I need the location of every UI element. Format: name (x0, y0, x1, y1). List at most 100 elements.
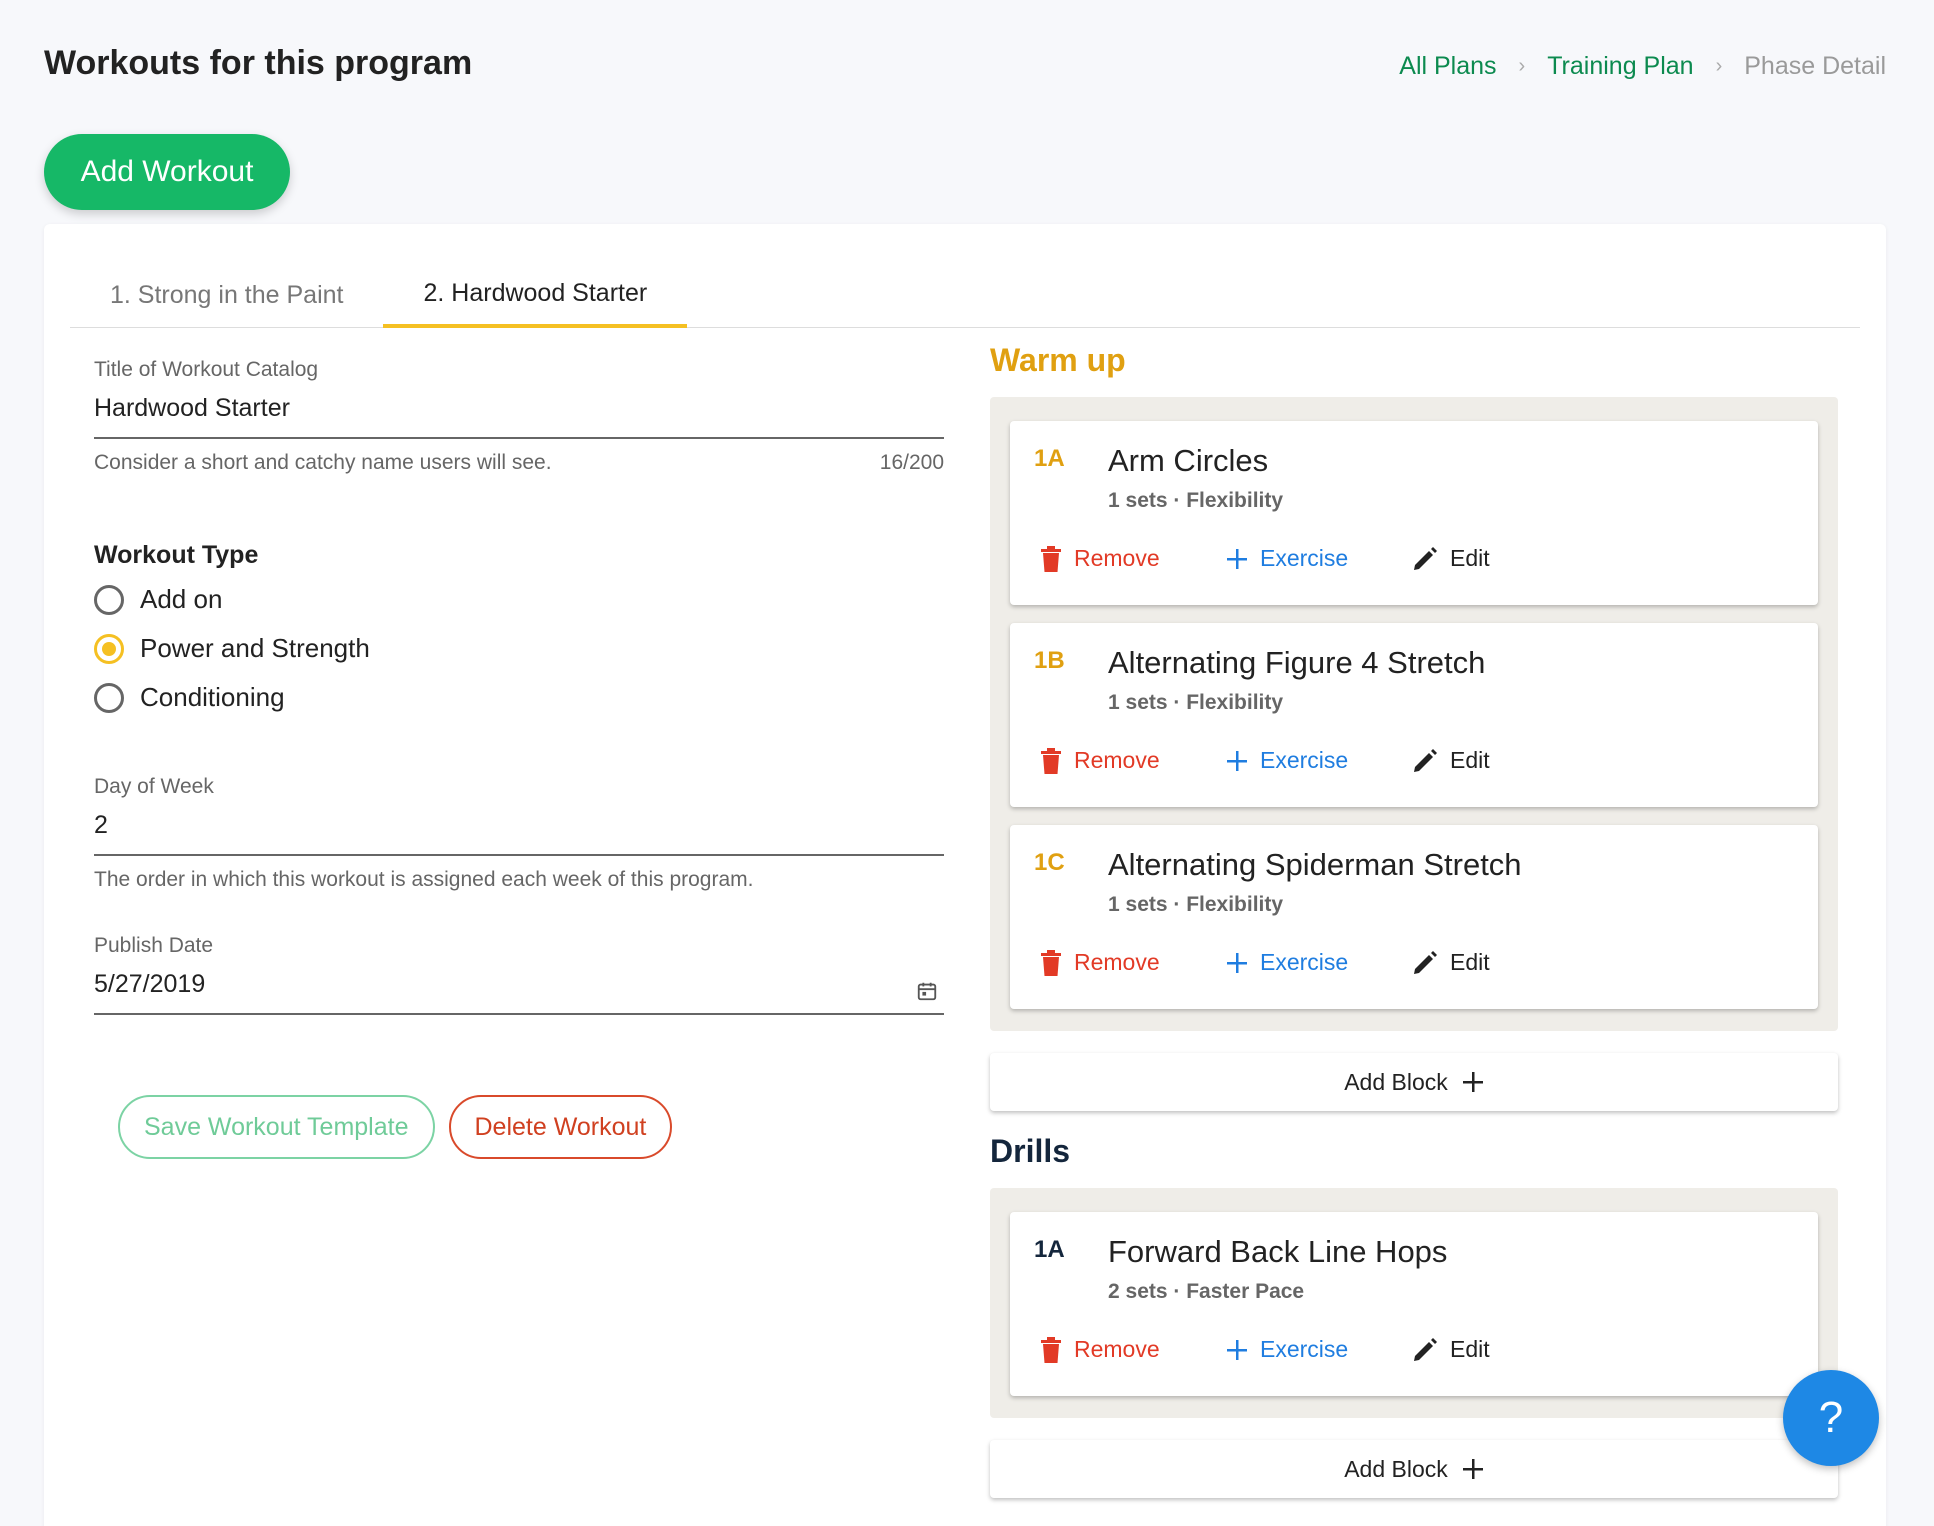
workout-card: 1. Strong in the Paint 2. Hardwood Start… (44, 224, 1886, 1526)
radio-checked-icon (94, 633, 124, 664)
pencil-icon (1414, 748, 1437, 772)
pencil-icon (1414, 950, 1437, 974)
breadcrumb-phase-detail: Phase Detail (1744, 52, 1886, 80)
exercise-label: Exercise (1260, 1336, 1349, 1362)
exercise-label: Exercise (1260, 747, 1349, 773)
plus-icon (1462, 1459, 1483, 1479)
remove-button[interactable]: Remove (1040, 1336, 1226, 1363)
block-drills: 1A Forward Back Line Hops 2 sets · Faste… (990, 1188, 1838, 1418)
exercise-card: 1B Alternating Figure 4 Stretch 1 sets ·… (1010, 623, 1818, 807)
calendar-icon[interactable] (916, 980, 938, 1002)
workout-form: Title of Workout Catalog Hardwood Starte… (94, 344, 944, 1159)
pencil-icon (1414, 1337, 1437, 1361)
day-field-label: Day of Week (94, 775, 214, 798)
radio-power-and-strength[interactable]: Power and Strength (94, 633, 944, 664)
exercise-name: Arm Circles (1108, 443, 1269, 478)
radio-conditioning[interactable]: Conditioning (94, 682, 944, 713)
day-help-text: The order in which this workout is assig… (94, 868, 754, 891)
exercise-name: Forward Back Line Hops (1108, 1234, 1448, 1269)
exercise-name: Alternating Figure 4 Stretch (1108, 645, 1486, 680)
exercise-code: 1A (1034, 445, 1065, 472)
trash-icon (1041, 747, 1061, 774)
delete-workout-button[interactable]: Delete Workout (448, 1095, 673, 1159)
exercise-card: 1A Forward Back Line Hops 2 sets · Faste… (1010, 1212, 1818, 1396)
exercise-label: Exercise (1260, 949, 1349, 975)
add-exercise-button[interactable]: Exercise (1226, 949, 1412, 976)
breadcrumb-training-plan[interactable]: Training Plan (1547, 52, 1693, 81)
edit-button[interactable]: Edit (1412, 949, 1490, 976)
page-title: Workouts for this program (44, 44, 473, 82)
trash-icon (1041, 1336, 1061, 1363)
plus-icon (1227, 548, 1247, 569)
radio-label: Power and Strength (140, 633, 370, 663)
remove-button[interactable]: Remove (1040, 949, 1226, 976)
day-of-week-input[interactable]: 2 (94, 811, 944, 856)
trash-icon (1041, 545, 1061, 572)
remove-label: Remove (1074, 545, 1160, 571)
title-field-label: Title of Workout Catalog (94, 358, 319, 381)
save-workout-template-button[interactable]: Save Workout Template (118, 1095, 435, 1159)
publish-date-label: Publish Date (94, 934, 214, 957)
add-block-button[interactable]: Add Block (990, 1440, 1838, 1498)
add-block-label: Add Block (1344, 1068, 1448, 1095)
publish-date-field: Publish Date 5/27/2019 (94, 934, 944, 1015)
edit-label: Edit (1450, 545, 1490, 571)
block-title-drills: Drills (990, 1133, 1071, 1169)
title-help-text: Consider a short and catchy name users w… (94, 451, 552, 474)
publish-date-value: 5/27/2019 (94, 970, 206, 998)
edit-button[interactable]: Edit (1412, 1336, 1490, 1363)
trash-icon (1041, 949, 1061, 976)
exercise-meta: 2 sets · Faster Pace (1108, 1280, 1305, 1303)
pencil-icon (1414, 546, 1437, 570)
form-buttons: Save Workout Template Delete Workout (118, 1095, 944, 1159)
exercise-label: Exercise (1260, 545, 1349, 571)
add-exercise-button[interactable]: Exercise (1226, 747, 1412, 774)
tab-strong-in-the-paint[interactable]: 1. Strong in the Paint (70, 262, 383, 328)
exercise-meta: 1 sets · Flexibility (1108, 691, 1284, 714)
radio-unchecked-icon (94, 584, 124, 615)
edit-button[interactable]: Edit (1412, 545, 1490, 572)
plus-icon (1227, 750, 1247, 771)
plus-icon (1227, 1339, 1247, 1360)
exercise-code: 1B (1034, 647, 1065, 674)
tab-hardwood-starter[interactable]: 2. Hardwood Starter (383, 262, 688, 328)
remove-button[interactable]: Remove (1040, 747, 1226, 774)
workout-type-group: Workout Type Add on Power and Strength C… (94, 541, 944, 713)
exercise-card: 1A Arm Circles 1 sets · Flexibility Remo… (1010, 421, 1818, 605)
title-input[interactable]: Hardwood Starter (94, 394, 944, 439)
edit-label: Edit (1450, 949, 1490, 975)
workout-tabs: 1. Strong in the Paint 2. Hardwood Start… (70, 262, 1860, 328)
edit-button[interactable]: Edit (1412, 747, 1490, 774)
add-block-label: Add Block (1344, 1455, 1448, 1482)
breadcrumb-all-plans[interactable]: All Plans (1399, 52, 1496, 81)
radio-label: Conditioning (140, 682, 285, 712)
remove-label: Remove (1074, 747, 1160, 773)
day-of-week-field: Day of Week 2 The order in which this wo… (94, 775, 944, 892)
title-char-counter: 16/200 (879, 451, 944, 474)
exercise-name: Alternating Spiderman Stretch (1108, 847, 1522, 882)
remove-label: Remove (1074, 949, 1160, 975)
exercise-code: 1A (1034, 1236, 1065, 1263)
add-workout-button[interactable]: Add Workout (44, 134, 290, 210)
radio-label: Add on (140, 584, 223, 614)
workout-blocks: Warm up 1A Arm Circles 1 sets · Flexibil… (990, 342, 1838, 1498)
edit-label: Edit (1450, 747, 1490, 773)
publish-date-input[interactable]: 5/27/2019 (94, 970, 944, 1015)
breadcrumb: All Plans › Training Plan › Phase Detail (1399, 52, 1886, 81)
chevron-right-icon: › (1715, 55, 1723, 77)
chevron-right-icon: › (1518, 55, 1526, 77)
add-block-button[interactable]: Add Block (990, 1053, 1838, 1111)
add-exercise-button[interactable]: Exercise (1226, 1336, 1412, 1363)
block-warm-up: 1A Arm Circles 1 sets · Flexibility Remo… (990, 397, 1838, 1031)
remove-label: Remove (1074, 1336, 1160, 1362)
edit-label: Edit (1450, 1336, 1490, 1362)
title-field: Title of Workout Catalog Hardwood Starte… (94, 358, 944, 475)
plus-icon (1227, 952, 1247, 973)
exercise-meta: 1 sets · Flexibility (1108, 489, 1284, 512)
radio-add-on[interactable]: Add on (94, 584, 944, 615)
exercise-card: 1C Alternating Spiderman Stretch 1 sets … (1010, 825, 1818, 1009)
remove-button[interactable]: Remove (1040, 545, 1226, 572)
help-button[interactable]: ? (1783, 1370, 1879, 1466)
add-exercise-button[interactable]: Exercise (1226, 545, 1412, 572)
exercise-meta: 1 sets · Flexibility (1108, 893, 1284, 916)
